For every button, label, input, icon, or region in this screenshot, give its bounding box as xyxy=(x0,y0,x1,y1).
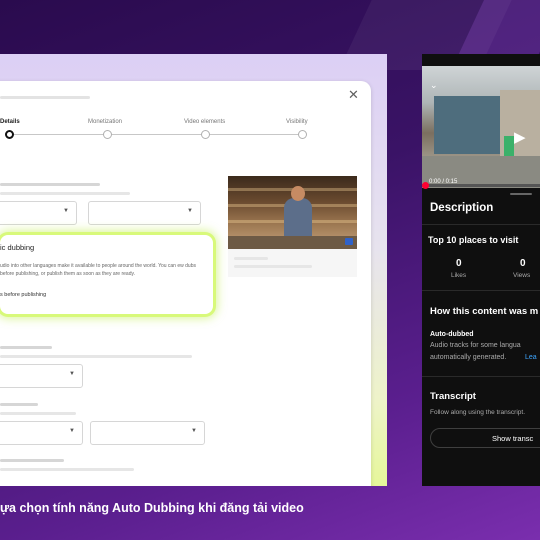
sign xyxy=(504,136,514,156)
divider xyxy=(422,376,540,377)
field-hint-placeholder xyxy=(0,412,76,415)
learn-more-link[interactable]: Lea xyxy=(525,354,537,361)
chevron-down-icon: ▼ xyxy=(63,208,69,214)
video-url-placeholder xyxy=(234,265,312,268)
step-details-label: Details xyxy=(0,119,20,125)
views-label: Views xyxy=(513,272,531,279)
step-visibility-label: Visibility xyxy=(286,119,308,125)
upload-steps: Details Monetization Video elements Visi… xyxy=(0,119,310,149)
field-hint-placeholder xyxy=(0,355,192,358)
video-badge-icon xyxy=(345,238,353,245)
step-video-elements-label: Video elements xyxy=(184,119,226,125)
close-icon[interactable]: ✕ xyxy=(348,87,359,103)
auto-dubbing-card[interactable]: ic dubbing udio into other languages mak… xyxy=(0,235,213,314)
dropdown-field[interactable]: ▼ xyxy=(0,201,77,225)
progress-bar[interactable] xyxy=(422,184,540,187)
upload-dialog: ✕ Details Monetization Video elements Vi… xyxy=(0,81,371,486)
play-icon[interactable]: ▶ xyxy=(514,128,526,146)
drag-handle[interactable] xyxy=(510,193,532,195)
dropdown-field[interactable]: ▼ xyxy=(0,364,83,388)
video-player[interactable]: ⌄ ▶ 0:00 / 0:15 xyxy=(422,66,540,188)
views-count: 0 xyxy=(520,258,526,269)
field-label-placeholder xyxy=(0,403,38,406)
chevron-down-icon: ▼ xyxy=(191,428,197,434)
chevron-down-icon: ▼ xyxy=(69,428,75,434)
chevron-down-icon: ▼ xyxy=(187,208,193,214)
video-title: Top 10 places to visit xyxy=(428,235,519,245)
steps-line xyxy=(8,134,304,135)
field-label-placeholder xyxy=(0,346,52,349)
auto-dubbing-description: udio into other languages make it availa… xyxy=(0,263,196,277)
video-link-placeholder xyxy=(234,257,268,260)
presenter xyxy=(284,198,312,238)
dropdown-field[interactable]: ▼ xyxy=(0,421,83,445)
transcript-subtext: Follow along using the transcript. xyxy=(430,409,526,416)
progress-scrubber[interactable] xyxy=(422,182,429,189)
step-visibility-dot[interactable] xyxy=(298,130,307,139)
caption-text: ựa chọn tính năng Auto Dubbing khi đăng … xyxy=(0,501,304,515)
studio-screenshot-panel: ✕ Details Monetization Video elements Vi… xyxy=(0,54,387,486)
divider xyxy=(422,290,540,291)
step-details-dot[interactable] xyxy=(5,130,14,139)
show-transcript-label: Show transc xyxy=(492,434,534,443)
step-monetization-label: Monetization xyxy=(88,119,123,125)
divider xyxy=(422,224,540,225)
auto-dubbed-text: Audio tracks for some langua xyxy=(430,342,521,349)
review-dubs-option[interactable]: s before publishing xyxy=(0,292,46,298)
field-label-placeholder xyxy=(0,183,100,186)
description-heading: Description xyxy=(430,202,494,214)
table xyxy=(228,236,357,249)
chevron-down-icon: ▼ xyxy=(69,371,75,377)
content-heading: How this content was m xyxy=(430,306,539,317)
dropdown-field[interactable]: ▼ xyxy=(90,421,205,445)
field-label-placeholder xyxy=(0,459,64,462)
likes-label: Likes xyxy=(451,272,467,279)
auto-dubbed-label: Auto-dubbed xyxy=(430,331,474,338)
video-thumbnail xyxy=(228,176,357,249)
auto-dubbing-title: ic dubbing xyxy=(0,243,35,252)
show-transcript-button[interactable]: Show transc xyxy=(430,428,540,448)
phone-screenshot: ⌄ ▶ 0:00 / 0:15 Description Top 10 place… xyxy=(422,54,540,486)
field-hint-placeholder xyxy=(0,468,134,471)
dialog-title-placeholder xyxy=(0,96,90,99)
dropdown-field[interactable]: ▼ xyxy=(88,201,201,225)
transcript-heading: Transcript xyxy=(430,391,476,402)
presenter-head xyxy=(291,186,305,201)
step-video-elements-dot[interactable] xyxy=(201,130,210,139)
likes-count: 0 xyxy=(456,258,462,269)
field-hint-placeholder xyxy=(0,192,130,195)
step-monetization-dot[interactable] xyxy=(103,130,112,139)
auto-dubbed-text: automatically generated. xyxy=(430,354,507,361)
video-info-box xyxy=(228,249,357,277)
chevron-down-icon[interactable]: ⌄ xyxy=(430,80,438,91)
